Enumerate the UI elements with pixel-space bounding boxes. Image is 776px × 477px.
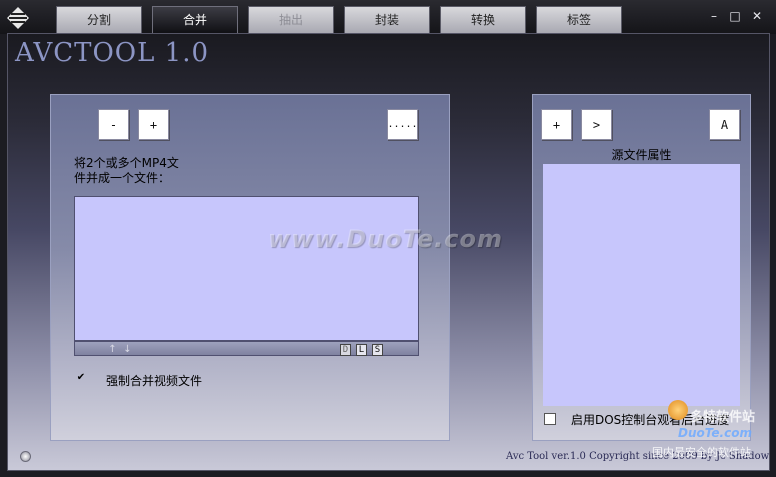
corner-watermark: 多特软件站 DuoTe.com 国内最安全的软件站 bbox=[650, 400, 772, 470]
s-button[interactable]: S bbox=[372, 344, 383, 356]
merge-panel: - + ..... 将2个或多个MP4文件并成一个文件： ↑ ↓ D L S ✔… bbox=[50, 94, 450, 441]
file-list-toolbar: ↑ ↓ D L S bbox=[74, 341, 419, 356]
move-up-icon[interactable]: ↑ bbox=[107, 344, 118, 356]
watermark-line2: DuoTe.com bbox=[678, 426, 752, 440]
minimize-button[interactable]: – bbox=[707, 9, 721, 23]
maximize-button[interactable]: □ bbox=[728, 9, 742, 23]
add-source-button[interactable]: + bbox=[541, 109, 572, 140]
watermark-logo-icon bbox=[668, 400, 688, 420]
watermark-text: www.DuoTe.com bbox=[268, 225, 503, 253]
tab-tags[interactable]: 标签 bbox=[536, 6, 622, 33]
tab-split[interactable]: 分割 bbox=[56, 6, 142, 33]
d-button[interactable]: D bbox=[340, 344, 351, 356]
source-properties-title: 源文件属性 bbox=[611, 148, 672, 162]
a-button[interactable]: A bbox=[709, 109, 740, 140]
browse-button[interactable]: ..... bbox=[387, 109, 418, 140]
tab-mux[interactable]: 封装 bbox=[344, 6, 430, 33]
status-indicator-icon bbox=[20, 451, 31, 462]
l-button[interactable]: L bbox=[356, 344, 367, 356]
file-list[interactable] bbox=[74, 196, 419, 341]
tab-extract[interactable]: 抽出 bbox=[248, 6, 334, 33]
tab-merge[interactable]: 合并 bbox=[152, 6, 238, 33]
remove-file-button[interactable]: - bbox=[98, 109, 129, 140]
watermark-line1: 多特软件站 bbox=[690, 410, 756, 425]
merge-instructions: 将2个或多个MP4文件并成一个文件： bbox=[74, 156, 179, 185]
app-window: 分割 合并 抽出 封装 转换 标签 – □ ✕ AVCTOOL 1.0 - + … bbox=[0, 0, 776, 477]
source-properties-list[interactable] bbox=[543, 164, 740, 406]
app-logo-icon bbox=[7, 7, 29, 29]
force-merge-label: 强制合并视频文件 bbox=[106, 374, 203, 388]
title-bar[interactable]: 分割 合并 抽出 封装 转换 标签 – □ ✕ bbox=[0, 0, 776, 34]
tab-convert[interactable]: 转换 bbox=[440, 6, 526, 33]
app-title: AVCTOOL 1.0 bbox=[15, 38, 210, 68]
close-button[interactable]: ✕ bbox=[750, 9, 764, 23]
watermark-line3: 国内最安全的软件站 bbox=[652, 446, 751, 459]
add-file-button[interactable]: + bbox=[138, 109, 169, 140]
dos-console-checkbox[interactable] bbox=[544, 413, 556, 425]
force-merge-checkbox[interactable]: ✔ bbox=[75, 373, 87, 385]
source-properties-panel: + > A 源文件属性 启用DOS控制台观看后台进度 bbox=[532, 94, 751, 441]
next-button[interactable]: > bbox=[581, 109, 612, 140]
move-down-icon[interactable]: ↓ bbox=[122, 344, 133, 356]
